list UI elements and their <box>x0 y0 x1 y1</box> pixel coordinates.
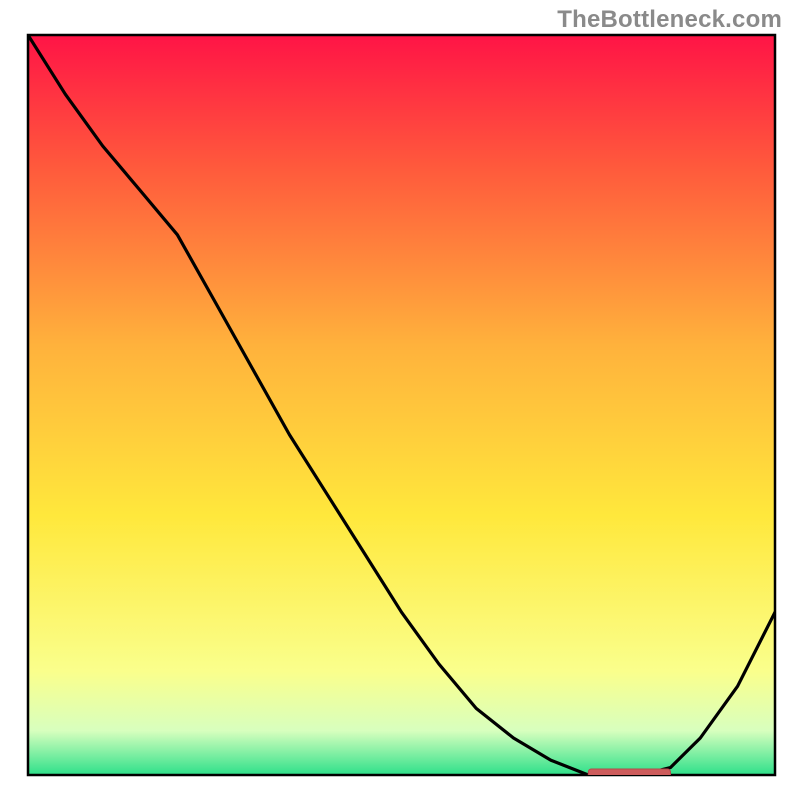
optimal-range-marker <box>588 769 670 778</box>
bottleneck-plot <box>0 0 800 800</box>
gradient-background <box>28 35 775 775</box>
chart-container: TheBottleneck.com <box>0 0 800 800</box>
watermark-text: TheBottleneck.com <box>557 6 782 34</box>
